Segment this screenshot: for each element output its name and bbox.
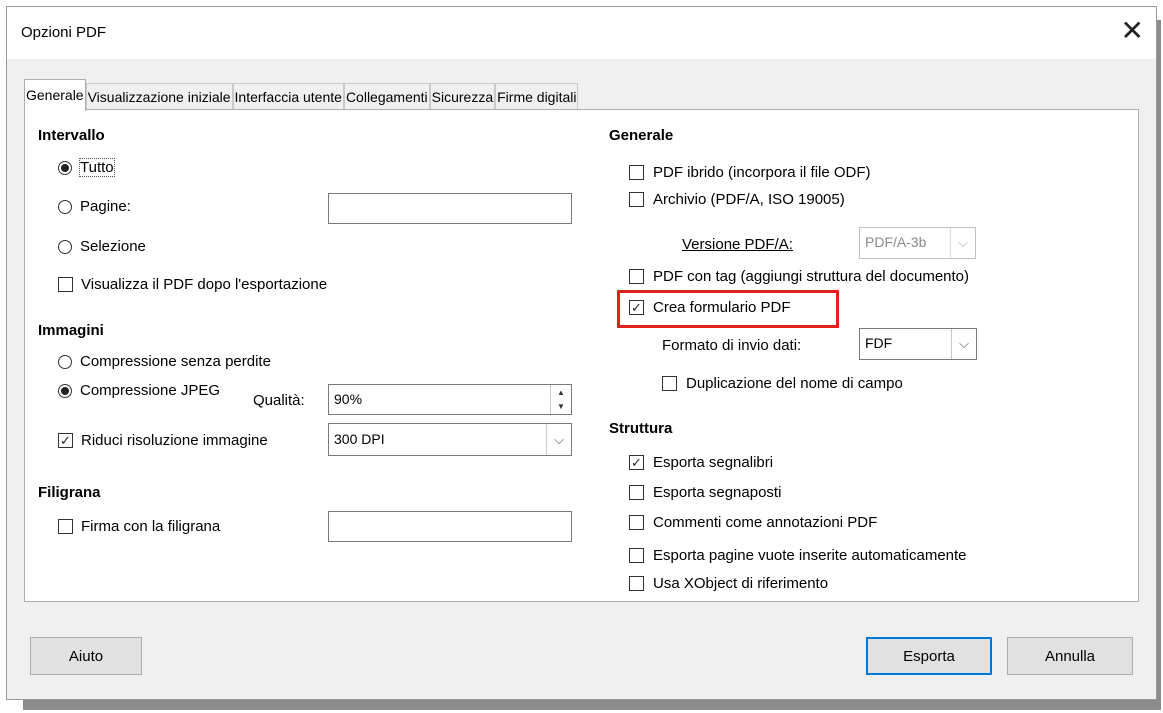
- radio-jpeg-label: Compressione JPEG: [80, 382, 221, 399]
- radio-tutto-indicator[interactable]: [58, 160, 72, 175]
- checkbox-segnaposti-box[interactable]: [629, 485, 644, 500]
- formato-label: Formato di invio dati:: [662, 337, 802, 354]
- checkbox-pdf-tag[interactable]: PDF con tag (aggiungi struttura del docu…: [629, 268, 969, 285]
- checkbox-archivio-label: Archivio (PDF/A, ISO 19005): [653, 191, 845, 208]
- tab-interfaccia-utente[interactable]: Interfaccia utente: [232, 83, 344, 110]
- checkbox-formulario-box[interactable]: ✓: [629, 300, 644, 315]
- checkbox-crea-formulario[interactable]: ✓ Crea formulario PDF: [629, 299, 791, 316]
- aiuto-button-label: Aiuto: [68, 647, 104, 665]
- checkbox-pagine-vuote-label: Esporta pagine vuote inserite automatica…: [653, 547, 967, 564]
- checkbox-commenti-box[interactable]: [629, 515, 644, 530]
- checkbox-xobject-label: Usa XObject di riferimento: [653, 575, 829, 592]
- checkbox-duplicazione[interactable]: Duplicazione del nome di campo: [662, 375, 903, 392]
- checkbox-visualizza-box[interactable]: [58, 277, 73, 292]
- chevron-down-icon[interactable]: ⌵: [546, 424, 571, 455]
- versione-label: Versione PDF/A:: [682, 236, 793, 253]
- checkbox-visualizza-label: Visualizza il PDF dopo l'esportazione: [81, 276, 328, 293]
- radio-pagine[interactable]: Pagine:: [58, 198, 131, 215]
- checkbox-firma-label: Firma con la filigrana: [81, 518, 221, 535]
- radio-tutto[interactable]: Tutto: [58, 158, 115, 177]
- radio-jpeg[interactable]: Compressione JPEG: [58, 382, 220, 399]
- chevron-down-icon[interactable]: ⌵: [951, 329, 976, 359]
- radio-pagine-indicator[interactable]: [58, 199, 72, 214]
- checkbox-esporta-segnaposti[interactable]: Esporta segnaposti: [629, 484, 781, 501]
- checkbox-xobject-box[interactable]: [629, 576, 644, 591]
- checkbox-xobject[interactable]: Usa XObject di riferimento: [629, 575, 828, 592]
- annulla-button[interactable]: Annulla: [1007, 637, 1133, 675]
- radio-senza-perdite-indicator[interactable]: [58, 354, 72, 369]
- checkbox-ibrido-box[interactable]: [629, 165, 644, 180]
- tab-collegamenti[interactable]: Collegamenti: [343, 83, 430, 110]
- checkbox-pagine-vuote[interactable]: Esporta pagine vuote inserite automatica…: [629, 547, 967, 564]
- esporta-button[interactable]: Esporta: [866, 637, 992, 675]
- annulla-button-label: Annulla: [1044, 647, 1096, 665]
- risoluzione-value: 300 DPI: [334, 431, 385, 447]
- immagini-heading: Immagini: [38, 322, 104, 339]
- checkbox-commenti-label: Commenti come annotazioni PDF: [653, 514, 878, 531]
- radio-selezione-indicator[interactable]: [58, 239, 72, 254]
- spin-up-icon[interactable]: ▲: [551, 385, 571, 400]
- aiuto-button[interactable]: Aiuto: [30, 637, 142, 675]
- radio-pagine-label: Pagine:: [80, 198, 131, 215]
- checkbox-tag-label: PDF con tag (aggiungi struttura del docu…: [653, 268, 970, 285]
- intervallo-heading: Intervallo: [38, 127, 105, 144]
- checkbox-pagine-vuote-box[interactable]: [629, 548, 644, 563]
- radio-senza-perdite-label: Compressione senza perdite: [80, 353, 271, 370]
- radio-senza-perdite[interactable]: Compressione senza perdite: [58, 353, 271, 370]
- tab-visualizzazione-iniziale[interactable]: Visualizzazione iniziale: [85, 83, 233, 110]
- checkbox-formulario-label: Crea formulario PDF: [653, 299, 791, 316]
- checkbox-archivio-box[interactable]: [629, 192, 644, 207]
- formato-value: FDF: [865, 335, 893, 351]
- versione-value: PDF/A-3b: [865, 234, 927, 250]
- title-bar: Opzioni PDF ✕: [7, 7, 1156, 59]
- checkbox-segnaposti-label: Esporta segnaposti: [653, 484, 782, 501]
- radio-tutto-label: Tutto: [79, 158, 115, 177]
- checkbox-ibrido-label: PDF ibrido (incorpora il file ODF): [653, 164, 871, 181]
- checkbox-esporta-segnalibri[interactable]: ✓ Esporta segnalibri: [629, 454, 773, 471]
- chevron-down-icon[interactable]: ⌵: [950, 228, 975, 258]
- risoluzione-combo[interactable]: 300 DPI ⌵: [328, 423, 572, 456]
- checkbox-firma-filigrana[interactable]: Firma con la filigrana: [58, 518, 220, 535]
- spin-down-icon[interactable]: ▼: [551, 400, 571, 415]
- checkbox-duplicazione-label: Duplicazione del nome di campo: [686, 375, 903, 392]
- checkbox-pdf-ibrido[interactable]: PDF ibrido (incorpora il file ODF): [629, 164, 871, 181]
- checkbox-commenti[interactable]: Commenti come annotazioni PDF: [629, 514, 877, 531]
- radio-selezione-label: Selezione: [80, 238, 146, 255]
- checkbox-duplicazione-box[interactable]: [662, 376, 677, 391]
- checkbox-firma-box[interactable]: [58, 519, 73, 534]
- tab-bar: Generale Visualizzazione iniziale Interf…: [24, 79, 579, 111]
- pagine-input[interactable]: [328, 193, 572, 224]
- radio-jpeg-indicator[interactable]: [58, 383, 72, 398]
- qualita-spin-buttons: ▲ ▼: [550, 385, 571, 414]
- generale-heading: Generale: [609, 127, 674, 144]
- formato-combo[interactable]: FDF ⌵: [859, 328, 977, 360]
- checkbox-archivio[interactable]: Archivio (PDF/A, ISO 19005): [629, 191, 845, 208]
- filigrana-input[interactable]: [328, 511, 572, 542]
- filigrana-heading: Filigrana: [38, 484, 101, 501]
- qualita-value: 90%: [334, 391, 363, 407]
- radio-selezione[interactable]: Selezione: [58, 238, 146, 255]
- pdf-options-dialog: Opzioni PDF ✕ Generale Visualizzazione i…: [6, 6, 1157, 700]
- tab-generale[interactable]: Generale: [24, 79, 86, 111]
- checkbox-tag-box[interactable]: [629, 269, 644, 284]
- tab-firme-digitali[interactable]: Firme digitali: [495, 83, 579, 110]
- esporta-button-label: Esporta: [903, 647, 955, 665]
- qualita-spinbox[interactable]: 90% ▲ ▼: [328, 384, 572, 415]
- dialog-title: Opzioni PDF: [21, 24, 107, 41]
- checkbox-riduci-risoluzione[interactable]: ✓ Riduci risoluzione immagine: [58, 432, 268, 449]
- checkbox-visualizza-pdf[interactable]: Visualizza il PDF dopo l'esportazione: [58, 276, 327, 293]
- tab-panel-generale: Intervallo Tutto Pagine: Selezione Visua…: [24, 109, 1139, 602]
- qualita-label: Qualità:: [253, 392, 305, 409]
- versione-combo[interactable]: PDF/A-3b ⌵: [859, 227, 976, 259]
- struttura-heading: Struttura: [609, 420, 673, 437]
- close-icon[interactable]: ✕: [1121, 17, 1144, 45]
- checkbox-riduci-box[interactable]: ✓: [58, 433, 73, 448]
- tab-sicurezza[interactable]: Sicurezza: [429, 83, 496, 110]
- checkbox-segnalibri-box[interactable]: ✓: [629, 455, 644, 470]
- checkbox-riduci-label: Riduci risoluzione immagine: [81, 432, 268, 449]
- checkbox-segnalibri-label: Esporta segnalibri: [653, 454, 774, 471]
